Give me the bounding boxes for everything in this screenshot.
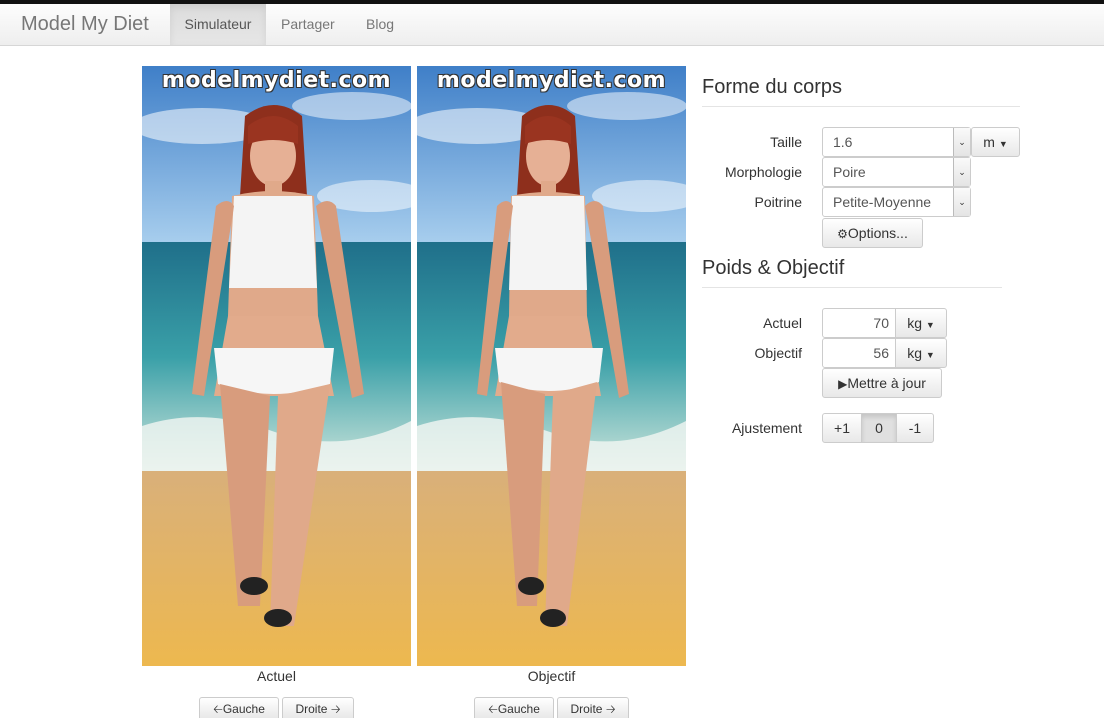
nav-simulateur[interactable]: Simulateur bbox=[170, 4, 266, 45]
play-icon: ▶ bbox=[838, 377, 848, 391]
arrow-left-icon: 🡠 bbox=[213, 702, 223, 716]
goal-model-caption: Objectif bbox=[527, 668, 576, 684]
current-rotate-right-button[interactable]: Droite 🡢 bbox=[282, 697, 354, 718]
goal-weight-label: Objectif bbox=[754, 345, 802, 361]
navbar: Model My Diet Simulateur Partager Blog bbox=[0, 4, 1104, 46]
current-weight-label: Actuel bbox=[763, 315, 802, 331]
watermark-text: modelmydiet.com bbox=[436, 68, 667, 93]
morphology-label: Morphologie bbox=[724, 164, 802, 180]
nav-blog[interactable]: Blog bbox=[352, 4, 408, 45]
section-divider bbox=[702, 287, 1002, 288]
adjust-zero-button[interactable]: 0 bbox=[861, 413, 897, 443]
current-weight-unit-dropdown[interactable]: kg ▼ bbox=[895, 308, 947, 338]
watermark-text: modelmydiet.com bbox=[161, 68, 392, 93]
weight-heading: Poids & Objectif bbox=[702, 257, 845, 279]
arrow-left-icon: 🡠 bbox=[488, 702, 498, 716]
current-weight-input[interactable]: 70 bbox=[822, 308, 896, 338]
section-divider bbox=[702, 106, 1020, 107]
chevron-down-icon: ⌄ bbox=[953, 158, 970, 186]
goal-rotate-left-button[interactable]: 🡠Gauche bbox=[474, 697, 554, 718]
nav-partager[interactable]: Partager bbox=[267, 4, 349, 45]
update-button[interactable]: ▶Mettre à jour bbox=[822, 368, 942, 398]
current-model-caption: Actuel bbox=[257, 668, 296, 684]
chevron-down-icon: ⌄ bbox=[953, 188, 970, 216]
adjust-label: Ajustement bbox=[731, 420, 802, 436]
morphology-select[interactable]: Poire ⌄ bbox=[822, 157, 971, 187]
goal-weight-input[interactable]: 56 bbox=[822, 338, 896, 368]
goal-model-image: modelmydiet.com bbox=[417, 66, 686, 666]
arrow-right-icon: 🡢 bbox=[605, 702, 616, 716]
adjust-button-group: +1 0 -1 bbox=[822, 413, 934, 443]
height-unit-dropdown[interactable]: m ▼ bbox=[971, 127, 1020, 157]
chevron-down-icon: ⌄ bbox=[953, 128, 970, 156]
adjust-minus-one-button[interactable]: -1 bbox=[896, 413, 934, 443]
caret-down-icon: ▼ bbox=[925, 320, 935, 330]
caret-down-icon: ▼ bbox=[925, 350, 935, 360]
gear-icon: ⚙ bbox=[837, 227, 848, 241]
height-select[interactable]: 1.6 ⌄ bbox=[822, 127, 971, 157]
adjust-plus-one-button[interactable]: +1 bbox=[822, 413, 862, 443]
arrow-right-icon: 🡢 bbox=[330, 702, 341, 716]
brand-logo[interactable]: Model My Diet bbox=[21, 13, 149, 36]
current-rotate-left-button[interactable]: 🡠Gauche bbox=[199, 697, 279, 718]
caret-down-icon: ▼ bbox=[998, 139, 1008, 149]
height-label: Taille bbox=[770, 134, 802, 150]
bust-label: Poitrine bbox=[754, 194, 802, 210]
current-model-image: modelmydiet.com bbox=[142, 66, 411, 666]
beach-model-illustration bbox=[417, 66, 686, 666]
body-shape-heading: Forme du corps bbox=[702, 76, 843, 98]
goal-rotate-right-button[interactable]: Droite 🡢 bbox=[557, 697, 629, 718]
goal-weight-unit-dropdown[interactable]: kg ▼ bbox=[895, 338, 947, 368]
beach-model-illustration bbox=[142, 66, 411, 666]
bust-select[interactable]: Petite-Moyenne ⌄ bbox=[822, 187, 971, 217]
options-button[interactable]: ⚙Options... bbox=[822, 218, 923, 248]
